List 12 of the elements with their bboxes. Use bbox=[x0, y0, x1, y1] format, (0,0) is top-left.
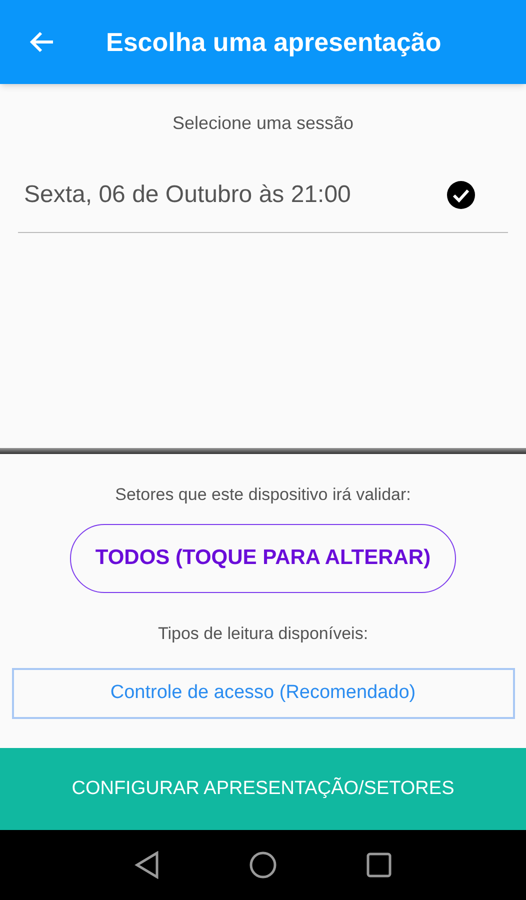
screen-title: Escolha uma apresentação bbox=[106, 26, 442, 58]
sectors-button[interactable]: TODOS (TOQUE PARA ALTERAR) bbox=[70, 524, 456, 592]
session-item[interactable]: Sexta, 06 de Outubro às 21:00 bbox=[18, 157, 508, 233]
home-icon[interactable] bbox=[248, 851, 277, 879]
section-label: Tipos de leitura disponíveis: bbox=[158, 622, 368, 644]
section-label: Setores que este dispositivo irá validar: bbox=[115, 484, 411, 506]
check-circle-icon bbox=[446, 180, 476, 210]
recents-icon[interactable] bbox=[366, 852, 392, 878]
section-label: Selecione uma sessão bbox=[172, 112, 354, 135]
back-icon[interactable] bbox=[134, 851, 160, 879]
back-arrow-icon bbox=[29, 30, 55, 54]
session-label: Sexta, 06 de Outubro às 21:00 bbox=[24, 180, 351, 210]
